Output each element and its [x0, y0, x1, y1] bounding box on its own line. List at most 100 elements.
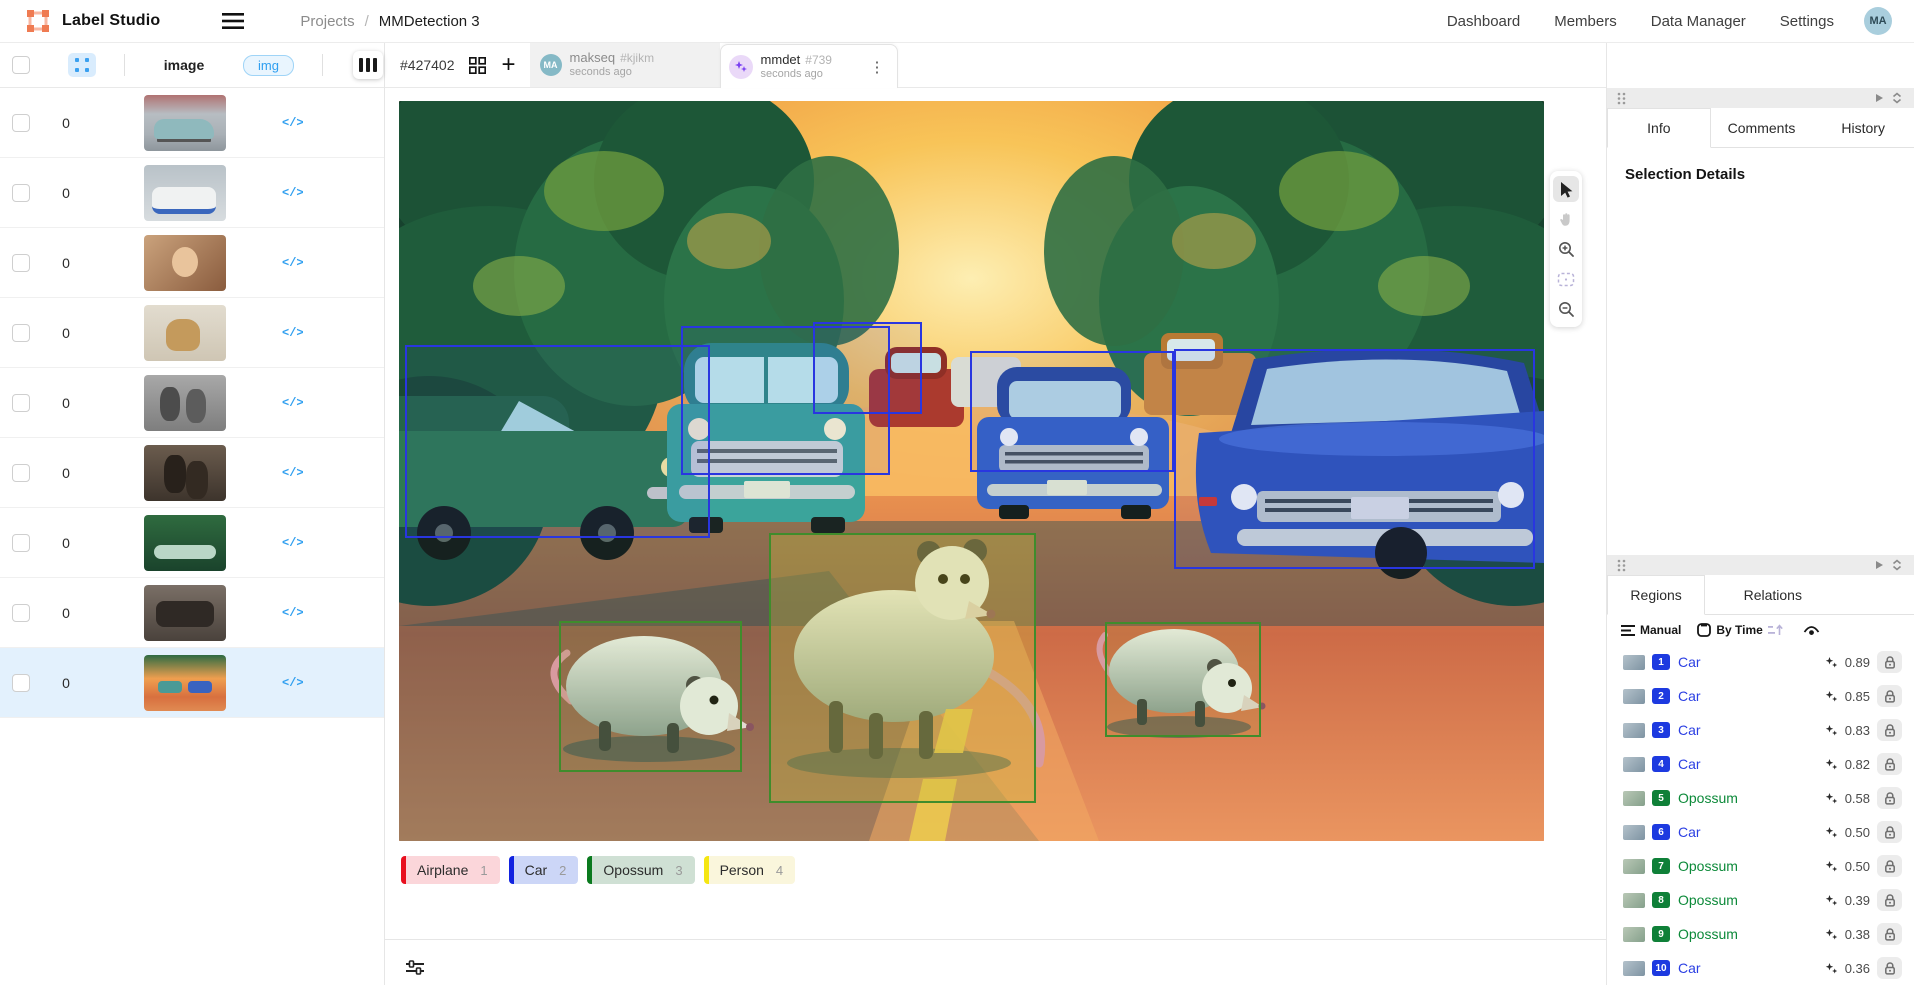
region-row[interactable]: 8 Opossum 0.39: [1607, 883, 1914, 917]
drag-handle-icon[interactable]: [1617, 559, 1626, 572]
pan-tool-button[interactable]: [1553, 206, 1579, 232]
region-row[interactable]: 6 Car 0.50: [1607, 815, 1914, 849]
group-by-button[interactable]: Manual: [1621, 623, 1681, 637]
zoom-out-button[interactable]: [1553, 296, 1579, 322]
user-avatar[interactable]: MA: [1864, 7, 1892, 35]
nav-settings[interactable]: Settings: [1780, 13, 1834, 30]
task-checkbox[interactable]: [12, 114, 30, 132]
order-by-button[interactable]: By Time: [1697, 623, 1782, 637]
tab-history[interactable]: History: [1812, 108, 1914, 147]
source-data-icon[interactable]: </>: [282, 606, 304, 620]
task-thumbnail[interactable]: [144, 165, 226, 221]
region-row[interactable]: 4 Car 0.82: [1607, 747, 1914, 781]
bbox-opossum[interactable]: [559, 621, 742, 772]
add-annotation-button[interactable]: +: [502, 55, 516, 75]
detach-panel-icon[interactable]: [1871, 560, 1888, 570]
tab-relations[interactable]: Relations: [1705, 575, 1840, 614]
lock-region-button[interactable]: [1877, 855, 1902, 877]
lock-region-button[interactable]: [1877, 821, 1902, 843]
column-type-tag[interactable]: img: [243, 55, 294, 76]
task-thumbnail[interactable]: [144, 515, 226, 571]
zoom-in-button[interactable]: [1553, 236, 1579, 262]
lock-region-button[interactable]: [1877, 651, 1902, 673]
source-data-icon[interactable]: </>: [282, 396, 304, 410]
hamburger-menu-icon[interactable]: [218, 9, 248, 33]
column-header-image[interactable]: image: [125, 57, 243, 73]
grid-view-icon[interactable]: [469, 57, 486, 74]
nav-dashboard[interactable]: Dashboard: [1447, 13, 1520, 30]
task-checkbox[interactable]: [12, 184, 30, 202]
task-row[interactable]: 0 </>: [0, 88, 384, 158]
tab-comments[interactable]: Comments: [1711, 108, 1813, 147]
task-row[interactable]: 0 </>: [0, 648, 384, 718]
nav-members[interactable]: Members: [1554, 13, 1617, 30]
source-data-icon[interactable]: </>: [282, 536, 304, 550]
task-thumbnail[interactable]: [144, 375, 226, 431]
label-pill-person[interactable]: Person 4: [704, 856, 796, 884]
region-row[interactable]: 9 Opossum 0.38: [1607, 917, 1914, 951]
source-data-icon[interactable]: </>: [282, 466, 304, 480]
label-pill-airplane[interactable]: Airplane 1: [401, 856, 500, 884]
region-row[interactable]: 10 Car 0.36: [1607, 951, 1914, 985]
bbox-car[interactable]: [970, 351, 1174, 472]
select-tool-button[interactable]: [1553, 176, 1579, 202]
lock-region-button[interactable]: [1877, 889, 1902, 911]
annotation-menu-icon[interactable]: ⋮: [866, 56, 889, 78]
task-row[interactable]: 0 </>: [0, 158, 384, 228]
lock-region-button[interactable]: [1877, 957, 1902, 979]
region-row[interactable]: 1 Car 0.89: [1607, 645, 1914, 679]
task-checkbox[interactable]: [12, 604, 30, 622]
regions-panel-header[interactable]: [1607, 555, 1914, 575]
info-panel-header[interactable]: [1607, 88, 1914, 108]
annotation-tab-mmdet[interactable]: mmdet#739 seconds ago ⋮: [720, 44, 898, 88]
annotation-view-toggle[interactable]: [68, 53, 96, 77]
label-pill-car[interactable]: Car 2: [509, 856, 579, 884]
bbox-car[interactable]: [405, 345, 711, 538]
source-data-icon[interactable]: </>: [282, 326, 304, 340]
task-row[interactable]: 0 </>: [0, 438, 384, 508]
task-checkbox[interactable]: [12, 394, 30, 412]
lock-region-button[interactable]: [1877, 753, 1902, 775]
task-row[interactable]: 0 </>: [0, 298, 384, 368]
toggle-visibility-icon[interactable]: [1803, 625, 1820, 636]
task-thumbnail[interactable]: [144, 305, 226, 361]
task-thumbnail[interactable]: [144, 585, 226, 641]
task-row[interactable]: 0 </>: [0, 578, 384, 648]
app-logo[interactable]: Label Studio: [26, 9, 160, 33]
source-data-icon[interactable]: </>: [282, 116, 304, 130]
task-thumbnail[interactable]: [144, 95, 226, 151]
task-thumbnail[interactable]: [144, 655, 226, 711]
lock-region-button[interactable]: [1877, 923, 1902, 945]
region-row[interactable]: 2 Car 0.85: [1607, 679, 1914, 713]
annotation-tab-makseq[interactable]: MA makseq#kjikm seconds ago: [530, 43, 720, 87]
source-data-icon[interactable]: </>: [282, 676, 304, 690]
region-row[interactable]: 7 Opossum 0.50: [1607, 849, 1914, 883]
task-checkbox[interactable]: [12, 534, 30, 552]
source-data-icon[interactable]: </>: [282, 186, 304, 200]
task-thumbnail[interactable]: [144, 445, 226, 501]
bbox-car[interactable]: [813, 322, 922, 414]
tab-regions[interactable]: Regions: [1607, 575, 1705, 615]
task-row[interactable]: 0 </>: [0, 368, 384, 438]
task-row[interactable]: 0 </>: [0, 508, 384, 578]
drag-handle-icon[interactable]: [1617, 92, 1626, 105]
view-settings-icon[interactable]: [405, 959, 425, 977]
region-row[interactable]: 5 Opossum 0.58: [1607, 781, 1914, 815]
source-data-icon[interactable]: </>: [282, 256, 304, 270]
nav-data-manager[interactable]: Data Manager: [1651, 13, 1746, 30]
bbox-opossum[interactable]: [1105, 622, 1261, 737]
tab-info[interactable]: Info: [1607, 108, 1711, 148]
task-thumbnail[interactable]: [144, 235, 226, 291]
bbox-opossum[interactable]: [769, 533, 1036, 803]
breadcrumb-projects[interactable]: Projects: [300, 13, 354, 30]
fit-screen-button[interactable]: [1553, 266, 1579, 292]
region-row[interactable]: 3 Car 0.83: [1607, 713, 1914, 747]
task-checkbox[interactable]: [12, 464, 30, 482]
collapse-panel-icon[interactable]: [1888, 92, 1906, 104]
detach-panel-icon[interactable]: [1871, 93, 1888, 103]
task-checkbox[interactable]: [12, 254, 30, 272]
label-pill-opossum[interactable]: Opossum 3: [587, 856, 694, 884]
task-row[interactable]: 0 </>: [0, 228, 384, 298]
task-checkbox[interactable]: [12, 324, 30, 342]
lock-region-button[interactable]: [1877, 719, 1902, 741]
